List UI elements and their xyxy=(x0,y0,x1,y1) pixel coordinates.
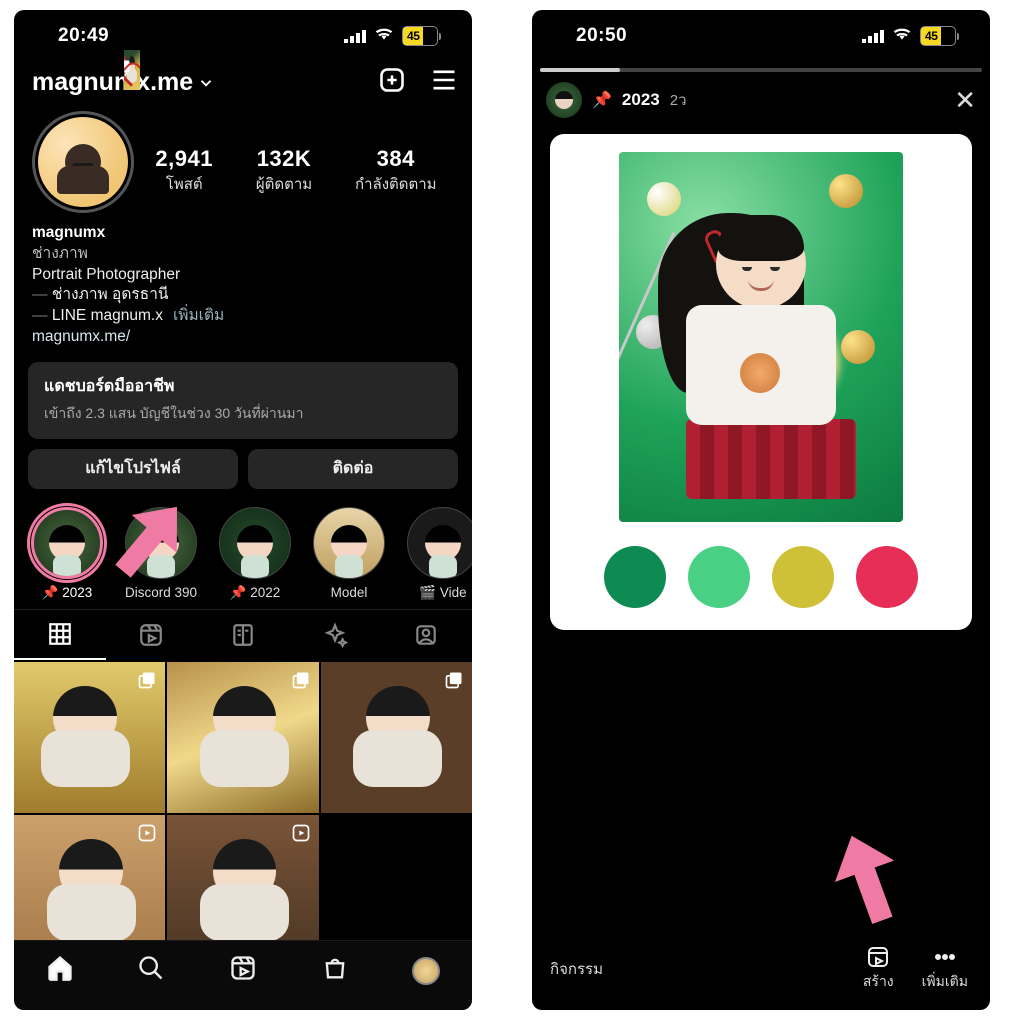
create-post-button[interactable] xyxy=(378,66,406,99)
bio-more-link[interactable]: เพิ่มเติม xyxy=(173,307,224,324)
link-icon xyxy=(642,822,662,842)
nav-search[interactable] xyxy=(137,954,165,987)
wifi-icon xyxy=(374,25,394,47)
story-bottom-bar: กิจกรรม สร้าง เพิ่มเติม xyxy=(532,942,990,1010)
profile-header: magnumx.me xyxy=(14,62,472,107)
battery-icon: 45 xyxy=(920,26,956,46)
carousel-icon xyxy=(137,670,157,690)
highlight-video[interactable]: 🎬 Vide xyxy=(402,507,472,601)
status-bar: 20:49 45 xyxy=(14,10,472,62)
wifi-icon xyxy=(892,25,912,47)
profile-avatar[interactable] xyxy=(32,111,134,213)
posts-grid xyxy=(14,662,472,967)
highlights-row[interactable]: 📌 2023 Discord 390 📌 2022 Model 🎬 Vide xyxy=(14,489,472,609)
story-create[interactable]: สร้าง xyxy=(863,945,894,993)
carousel-icon xyxy=(291,670,311,690)
story-title[interactable]: 2023 xyxy=(622,90,660,110)
bio-block: magnumx ช่างภาพ Portrait Photographer — … xyxy=(14,213,472,356)
story-progress xyxy=(540,68,982,72)
nav-shop[interactable] xyxy=(321,954,349,987)
close-icon[interactable]: ✕ xyxy=(954,85,976,116)
story-age: 2ว xyxy=(670,88,687,112)
nav-reels[interactable] xyxy=(229,954,257,987)
highlight-2022[interactable]: 📌 2022 xyxy=(214,507,296,601)
bio-category: ช่างภาพ xyxy=(32,244,454,265)
tab-grid[interactable] xyxy=(14,610,106,660)
annotation-arrow-icon xyxy=(808,818,925,939)
tab-reels[interactable] xyxy=(106,610,198,660)
post-thumbnail[interactable] xyxy=(167,662,318,813)
carousel-icon xyxy=(124,58,132,78)
stat-posts[interactable]: 2,941 โพสต์ xyxy=(155,146,213,196)
story-card xyxy=(550,134,972,630)
nav-home[interactable] xyxy=(46,954,74,987)
promo-device: iPhone xyxy=(532,674,990,700)
story-activity[interactable]: กิจกรรม xyxy=(550,957,603,981)
pin-icon: 📌 xyxy=(592,90,612,110)
nav-profile[interactable] xyxy=(412,957,440,985)
promo-banner: iPhone Christmas พรีเซ็ตแต่ง | ติดวิตซ์ … xyxy=(532,638,990,938)
reel-icon xyxy=(137,823,157,843)
phone-story: 20:50 45 📌 2023 2ว ✕ xyxy=(532,10,990,1010)
tab-guides[interactable] xyxy=(197,610,289,660)
swatch xyxy=(604,546,666,608)
post-thumbnail[interactable] xyxy=(124,50,140,90)
reel-icon xyxy=(291,823,311,843)
story-avatar[interactable] xyxy=(546,82,582,118)
carousel-icon xyxy=(444,670,464,690)
post-thumbnail[interactable] xyxy=(14,662,165,813)
promo-subtitle: พรีเซ็ตแต่ง | ติดวิตซ์ IG @magnumx.me xyxy=(532,770,990,794)
swatch xyxy=(856,546,918,608)
story-header: 📌 2023 2ว ✕ xyxy=(532,82,990,118)
contact-button[interactable]: ติดต่อ xyxy=(248,449,458,489)
battery-icon: 45 xyxy=(402,26,438,46)
highlight-model[interactable]: Model xyxy=(308,507,390,601)
highlight-2023[interactable]: 📌 2023 xyxy=(26,507,108,601)
tab-tagged[interactable] xyxy=(380,610,472,660)
status-time: 20:49 xyxy=(58,25,109,47)
cellular-icon xyxy=(344,29,366,43)
status-bar: 20:50 45 xyxy=(532,10,990,62)
bio-line: Portrait Photographer xyxy=(32,265,454,286)
stat-following[interactable]: 384 กำลังติดตาม xyxy=(355,146,437,196)
promo-title: Christmas xyxy=(532,694,990,774)
swatch xyxy=(688,546,750,608)
pro-dashboard-card[interactable]: แดชบอร์ดมืออาชีพ เข้าถึง 2.3 แสน บัญชีใน… xyxy=(28,362,458,439)
story-viewport[interactable]: 📌 2023 2ว ✕ iPhone Christmas พรีเซ็ตแต่ง… xyxy=(532,68,990,938)
bio-display-name: magnumx xyxy=(32,223,454,244)
bottom-nav xyxy=(14,940,472,1010)
swatch xyxy=(772,546,834,608)
hamburger-menu-button[interactable] xyxy=(430,68,458,97)
cellular-icon xyxy=(862,29,884,43)
story-more[interactable]: เพิ่มเติม xyxy=(922,945,968,993)
bio-link[interactable]: magnumx.me/ xyxy=(32,328,130,345)
phone-profile: 20:49 45 magnumx.me 2,941 โพสต์ 132K xyxy=(14,10,472,1010)
edit-profile-button[interactable]: แก้ไขโปรไฟล์ xyxy=(28,449,238,489)
stat-followers[interactable]: 132K ผู้ติดตาม xyxy=(256,146,312,196)
color-palette xyxy=(604,546,918,608)
chevron-down-icon xyxy=(197,74,215,92)
status-time: 20:50 xyxy=(576,25,627,47)
tab-effects[interactable] xyxy=(289,610,381,660)
post-thumbnail[interactable] xyxy=(321,662,472,813)
story-photo xyxy=(619,152,903,522)
